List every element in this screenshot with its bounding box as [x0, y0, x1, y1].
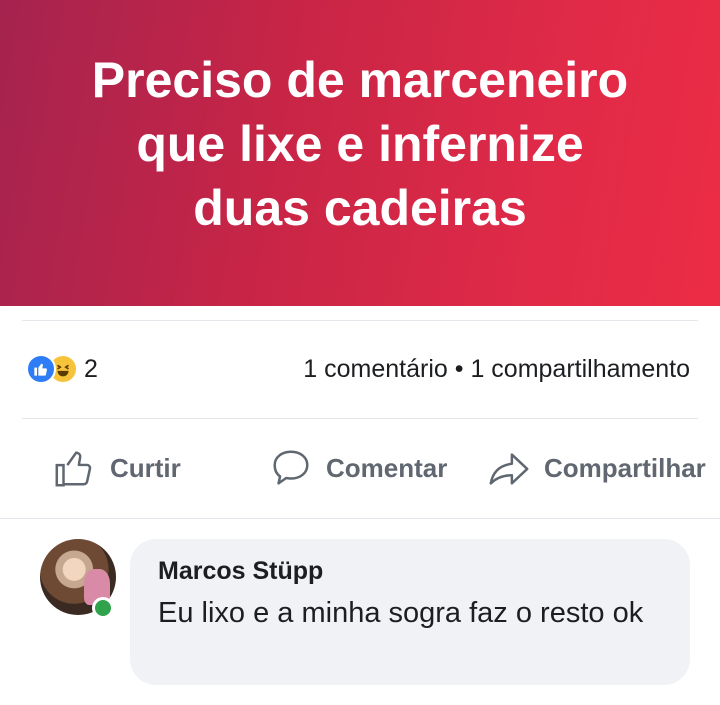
comment-text: Eu lixo e a minha sogra faz o resto ok	[158, 597, 644, 629]
like-button[interactable]: Curtir	[52, 440, 181, 496]
banner-line-1: Preciso de marceneiro	[91, 52, 629, 108]
comment: Marcos Stüpp Eu lixo e a minha sogra faz…	[0, 535, 720, 695]
comment-author[interactable]: Marcos Stüpp	[158, 557, 323, 586]
banner-line-3: duas cadeiras	[193, 180, 527, 236]
like-label: Curtir	[110, 452, 181, 483]
online-status-icon	[92, 597, 114, 619]
divider-bottom	[0, 518, 720, 519]
reaction-count: 2	[84, 354, 98, 383]
divider-middle	[22, 418, 698, 419]
share-label: Compartilhar	[544, 452, 706, 483]
post-banner: Preciso de marceneiro que lixe e inferni…	[0, 0, 720, 306]
comment-bubble[interactable]: Marcos Stüpp Eu lixo e a minha sogra faz…	[130, 539, 690, 685]
thumbs-up-icon	[55, 451, 92, 487]
divider-top	[22, 320, 698, 321]
like-icon	[26, 354, 56, 384]
banner-line-2: que lixe e infernize	[136, 116, 584, 172]
action-bar: Curtir Comentar Compartilhar	[0, 440, 720, 496]
share-button[interactable]: Compartilhar	[486, 440, 706, 496]
share-arrow-icon	[489, 453, 529, 485]
comment-label: Comentar	[326, 452, 448, 483]
speech-bubble-icon	[273, 450, 309, 485]
post-stats[interactable]: 1 comentário • 1 compartilhamento	[303, 351, 690, 387]
reaction-summary[interactable]: 2	[26, 351, 98, 387]
banner-text: Preciso de marceneiro que lixe e inferni…	[0, 48, 720, 240]
comment-button[interactable]: Comentar	[268, 440, 447, 496]
